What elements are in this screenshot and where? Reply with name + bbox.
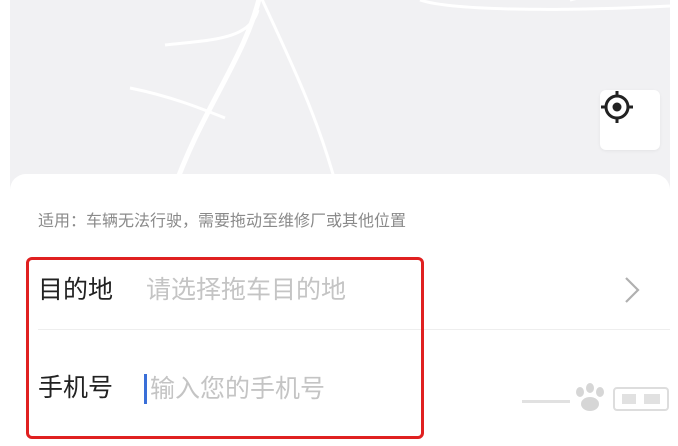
text-caret	[144, 374, 147, 404]
locate-crosshair-icon	[601, 91, 633, 123]
destination-row[interactable]: 目的地 请选择拖车目的地	[38, 262, 670, 318]
locate-button[interactable]	[600, 90, 660, 150]
map-view[interactable]	[10, 0, 670, 190]
phone-label: 手机号	[38, 373, 114, 402]
baidu-jingyan-logo	[522, 383, 669, 411]
usage-note: 适用：车辆无法行驶，需要拖动至维修厂或其他位置	[38, 211, 407, 230]
destination-label: 目的地	[38, 275, 114, 304]
destination-placeholder[interactable]: 请选择拖车目的地	[146, 262, 346, 318]
map-roads	[129, 0, 670, 190]
phone-input[interactable]	[150, 372, 450, 404]
chevron-right-icon[interactable]	[622, 276, 642, 304]
row-divider	[38, 329, 670, 330]
